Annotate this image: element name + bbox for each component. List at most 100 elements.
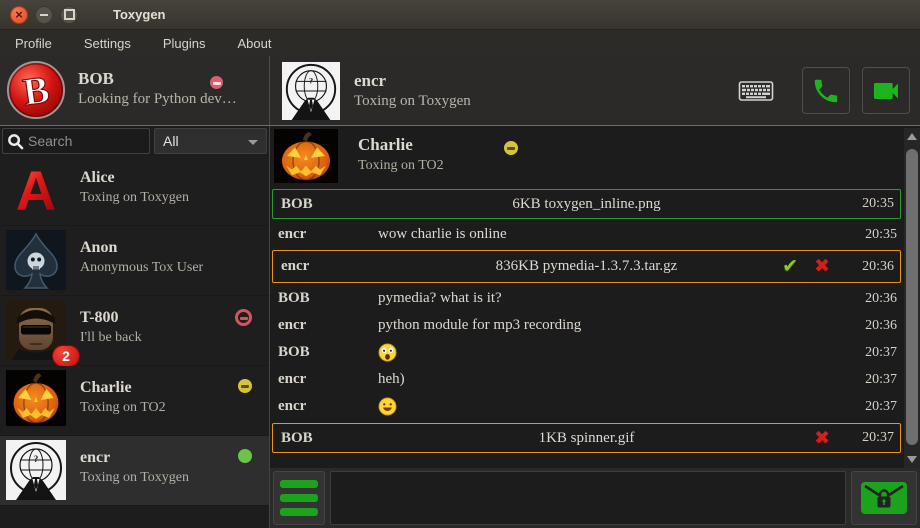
message-author: BOB [278, 290, 378, 307]
file-message-row[interactable]: BOB 6KB toxygen_inline.png 20:35 [272, 189, 901, 219]
send-button[interactable] [851, 471, 917, 525]
message-time: 20:35 [846, 196, 894, 212]
banner-name: Charlie [358, 135, 444, 155]
shocked-face-emoji [378, 343, 397, 362]
chat-area: Charlie Toxing on TO2 BOB 6KB toxygen_in… [270, 126, 920, 528]
filter-row: All [0, 126, 269, 156]
message-author: encr [278, 371, 378, 388]
search-input[interactable] [28, 133, 138, 149]
hamburger-menu-icon [280, 480, 318, 488]
message-row: BOB 20:37 [270, 339, 903, 366]
scrollbar-thumb[interactable] [906, 149, 918, 445]
message-author: encr [278, 398, 378, 415]
contact-status-message: Toxing on Toxygen [80, 190, 189, 206]
decline-transfer-icon[interactable]: ✖ [814, 429, 830, 448]
contact-name: Alice [80, 169, 189, 187]
contact-filter-dropdown[interactable]: All [154, 128, 267, 154]
away-status-icon [238, 379, 252, 393]
self-profile[interactable]: B BOB Looking for Python dev… [0, 56, 270, 125]
phone-icon [811, 76, 841, 106]
file-name: 1KB spinner.gif [383, 430, 790, 447]
smiling-face-emoji [378, 397, 397, 416]
message-time: 20:36 [849, 318, 897, 334]
menu-plugins[interactable]: Plugins [152, 32, 217, 55]
avatar [6, 370, 66, 426]
menu-settings[interactable]: Settings [73, 32, 142, 55]
composer-bar [270, 468, 920, 528]
contact-item-charlie[interactable]: Charlie Toxing on TO2 [0, 366, 269, 436]
contact-status-message: Toxing on Toxygen [80, 470, 189, 486]
maximize-icon[interactable] [60, 6, 78, 24]
banner-status-message: Toxing on TO2 [358, 158, 444, 174]
avatar: A [6, 160, 66, 220]
search-box[interactable] [2, 128, 150, 154]
contact-item-alice[interactable]: A Alice Toxing on Toxygen [0, 156, 269, 226]
message-input[interactable] [330, 471, 846, 525]
message-author: encr [281, 258, 381, 275]
peer-status-message: Toxing on Toxygen [354, 93, 471, 110]
chat-scrollbar[interactable] [904, 128, 920, 468]
message-row: encr python module for mp3 recording 20:… [270, 312, 903, 339]
message-author: BOB [281, 196, 381, 213]
attachments-menu-button[interactable] [273, 471, 325, 525]
file-name: 836KB pymedia-1.3.7.3.tar.gz [383, 258, 790, 275]
avatar [274, 129, 338, 183]
minimize-icon[interactable] [35, 6, 53, 24]
contact-name: encr [80, 449, 189, 467]
contact-item-t800[interactable]: T-800 I'll be back 2 [0, 296, 269, 366]
message-text: wow charlie is online [378, 226, 849, 243]
accept-transfer-icon[interactable]: ✔ [782, 257, 798, 276]
file-name: 6KB toxygen_inline.png [383, 196, 790, 213]
contact-item-encr[interactable]: encr Toxing on Toxygen [0, 436, 269, 506]
encrypted-send-icon [860, 480, 908, 516]
decline-transfer-icon[interactable]: ✖ [814, 257, 830, 276]
message-time: 20:36 [849, 291, 897, 307]
contact-name: Charlie [80, 379, 166, 397]
message-author: BOB [281, 430, 381, 447]
contact-status-message: Toxing on TO2 [80, 400, 166, 416]
message-row: BOB pymedia? what is it? 20:36 [270, 285, 903, 312]
video-call-button[interactable] [862, 67, 910, 114]
away-status-icon [504, 141, 518, 155]
message-text: heh) [378, 371, 849, 388]
avatar [6, 230, 66, 290]
message-time: 20:37 [849, 345, 897, 361]
header-row: B BOB Looking for Python dev… encr Toxin… [0, 56, 920, 126]
peer-avatar [282, 62, 340, 120]
scrollbar-track[interactable] [904, 145, 920, 451]
contact-filter-value: All [163, 133, 179, 149]
peer-name: encr [354, 71, 471, 91]
message-author: BOB [278, 344, 378, 361]
scroll-down-icon[interactable] [907, 456, 917, 463]
close-icon[interactable] [10, 6, 28, 24]
message-row: encr wow charlie is online 20:35 [270, 221, 903, 248]
message-author: encr [278, 226, 378, 243]
scroll-up-icon[interactable] [907, 133, 917, 140]
message-time: 20:37 [849, 372, 897, 388]
screen-keyboard-icon[interactable] [738, 79, 774, 103]
call-toolbar [738, 56, 920, 125]
toxygen-window: Toxygen Profile Settings Plugins About B… [0, 0, 920, 528]
message-time: 20:36 [846, 259, 894, 275]
avatar [6, 440, 66, 500]
conversation-header: encr Toxing on Toxygen [270, 56, 738, 125]
file-transfer-row[interactable]: encr 836KB pymedia-1.3.7.3.tar.gz ✔ ✖ 20… [272, 250, 901, 283]
title-bar[interactable]: Toxygen [0, 0, 920, 30]
message-row: encr 20:37 [270, 393, 903, 420]
message-text: pymedia? what is it? [378, 290, 849, 307]
audio-call-button[interactable] [802, 67, 850, 114]
message-time: 20:35 [849, 227, 897, 243]
contact-status-message: I'll be back [80, 330, 142, 346]
menu-about[interactable]: About [226, 32, 282, 55]
file-transfer-row[interactable]: BOB 1KB spinner.gif ✖ 20:37 [272, 423, 901, 453]
video-camera-icon [870, 75, 902, 107]
self-avatar[interactable]: B [6, 60, 66, 120]
unread-count-badge: 2 [52, 345, 80, 367]
menu-bar: Profile Settings Plugins About [0, 30, 920, 56]
busy-status-icon[interactable] [210, 76, 223, 89]
menu-profile[interactable]: Profile [4, 32, 63, 55]
contact-name: Anon [80, 239, 203, 257]
message-list: BOB 6KB toxygen_inline.png 20:35 encr wo… [270, 189, 903, 453]
contact-item-anon[interactable]: Anon Anonymous Tox User [0, 226, 269, 296]
search-icon [7, 133, 24, 150]
